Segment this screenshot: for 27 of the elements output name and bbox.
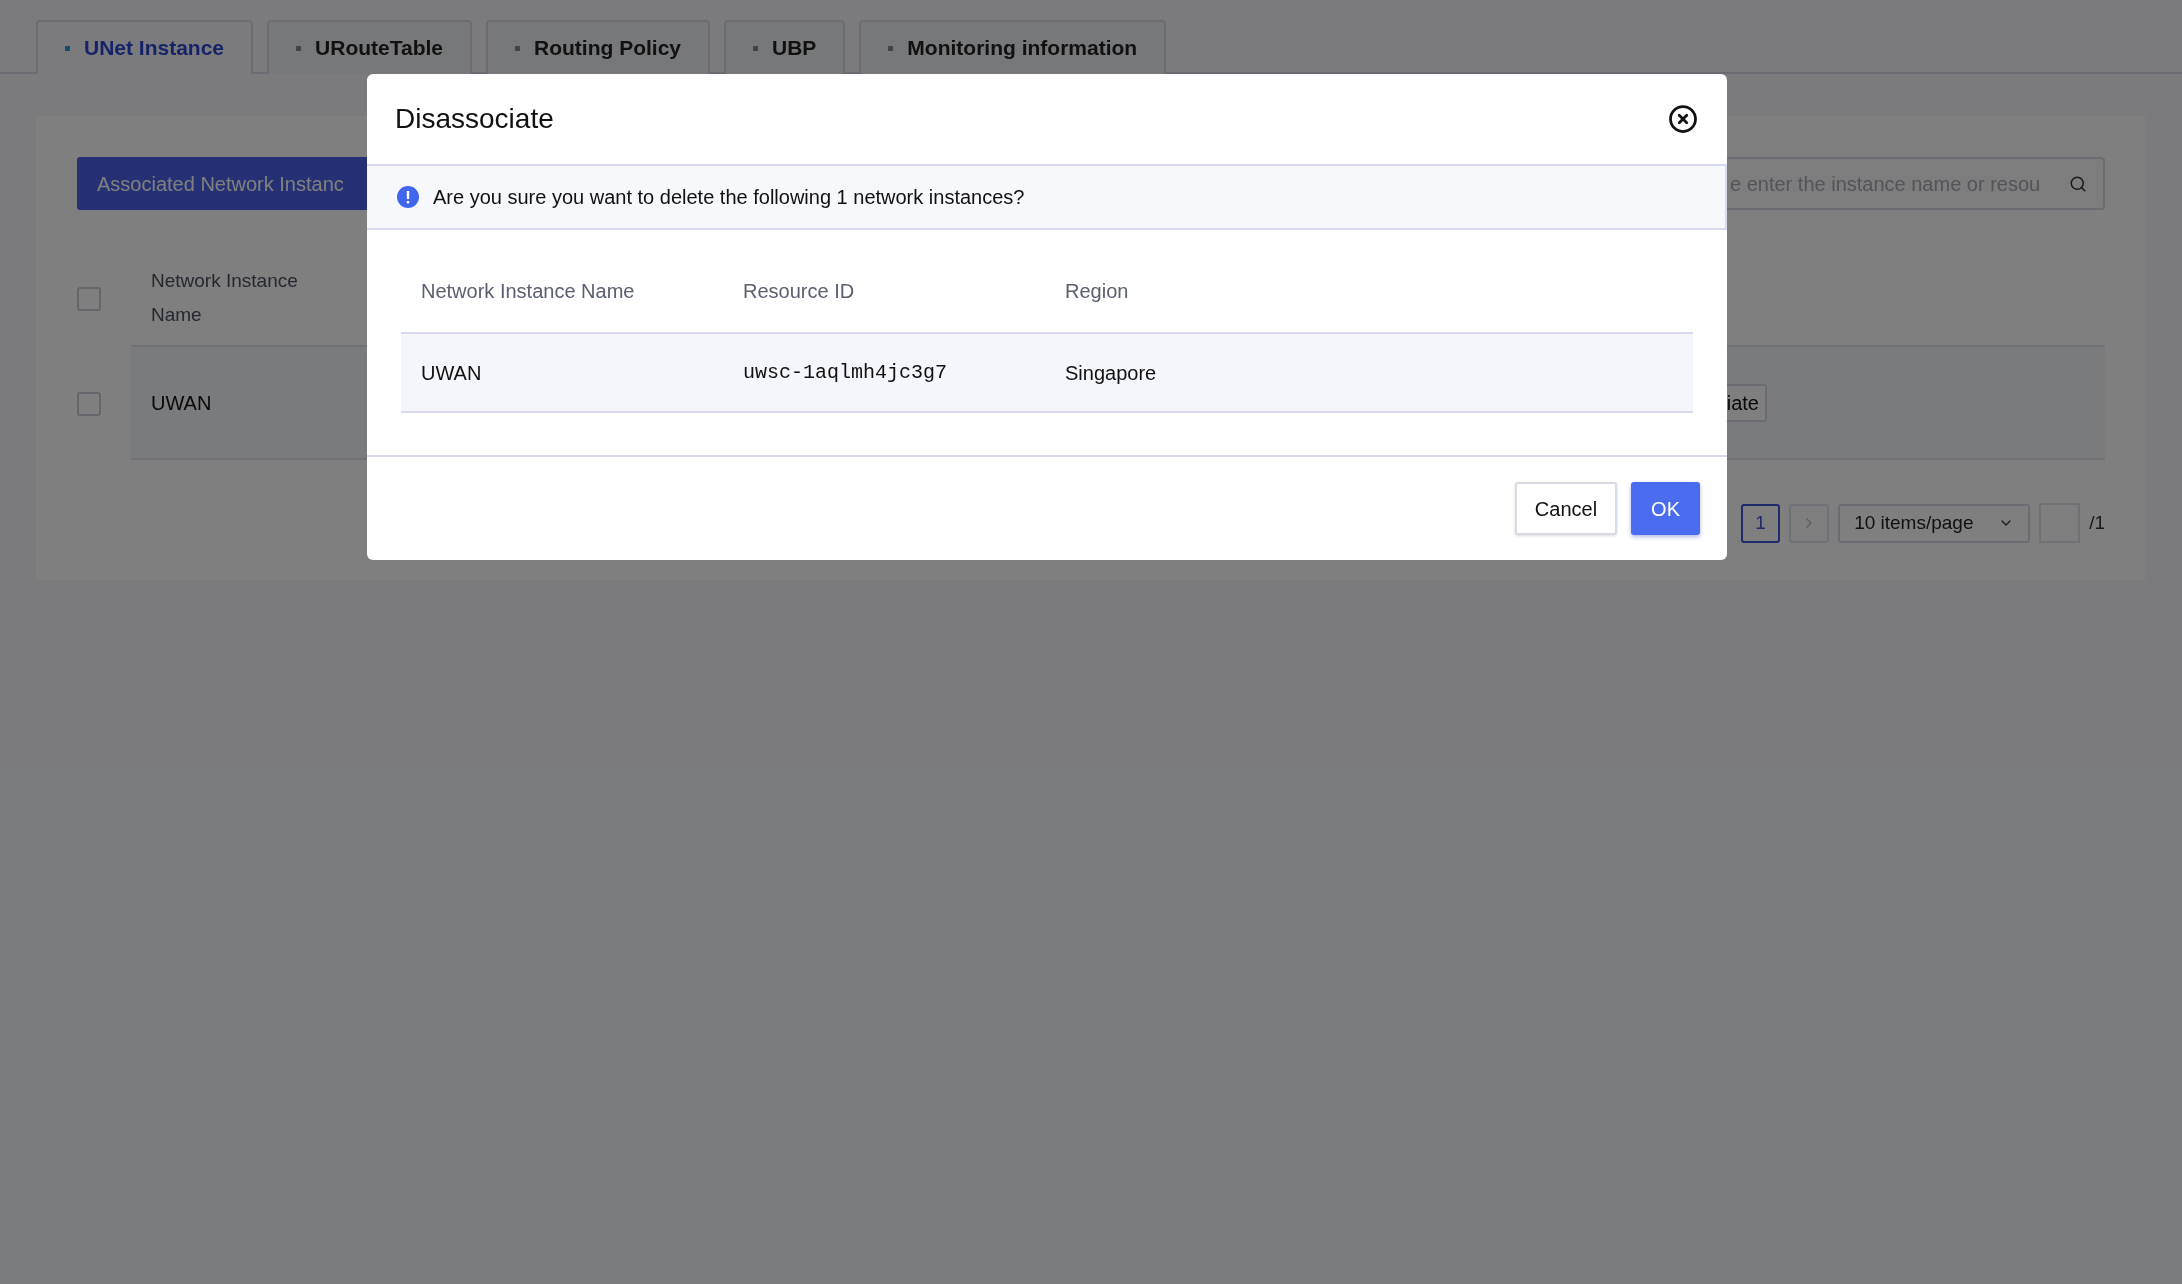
tab[interactable]: UBP [724,20,846,74]
column-header: Resource ID [743,279,856,304]
tab[interactable]: UNet Instance [36,20,254,74]
column-header: Region [1065,279,1130,304]
table-cell-text: uwsc-1aqlmh4jc3g7 [743,359,949,386]
page-button[interactable]: 1 [1741,503,1781,543]
close-button[interactable] [1667,103,1699,135]
associate-button[interactable]: Associated Network Instanc [77,157,367,210]
table-cell-text: UWAN [151,390,212,416]
next-page-button[interactable] [1789,503,1830,543]
cancel-button[interactable]: Cancel [1514,482,1618,535]
page-size-select[interactable]: 10 items/page [1838,503,2031,543]
info-icon [397,186,419,208]
confirm-message: Are you sure you want to delete the following 1 network instances? [433,185,1025,210]
checkbox[interactable] [77,286,101,311]
column-header: Network Instance Name [151,268,299,327]
search-icon [2069,174,2087,193]
tab[interactable]: Routing Policy [486,20,710,74]
table-cell-text: Singapore [1065,360,1158,386]
table-cell-text: UWAN [421,360,483,386]
column-header: Network Instance Name [421,279,636,304]
tab[interactable]: URouteTable [267,20,472,74]
checkbox[interactable] [77,391,101,416]
ok-button[interactable]: OK [1631,482,1700,535]
dialog-title: Disassociate [395,102,554,136]
tab[interactable]: Monitoring information [859,20,1167,74]
page-total: /1 [2089,510,2105,535]
